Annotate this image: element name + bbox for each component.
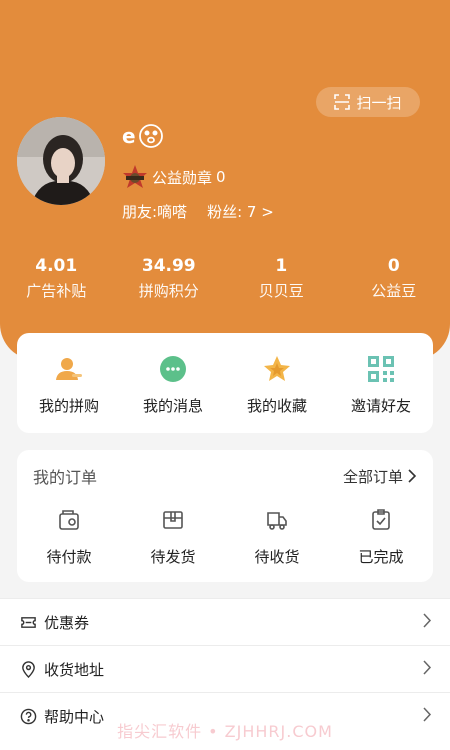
stat-group-points[interactable]: 34.99 拼购积分 bbox=[113, 254, 226, 310]
stat-label: 公益豆 bbox=[371, 282, 417, 300]
stat-ad-subsidy[interactable]: 4.01 广告补贴 bbox=[0, 254, 113, 310]
menu-label: 优惠券 bbox=[44, 613, 90, 632]
qrcode-icon bbox=[368, 356, 394, 382]
nickname: e bbox=[122, 122, 164, 150]
fans-link[interactable]: 粉丝: 7 > bbox=[207, 201, 274, 222]
stat-label: 拼购积分 bbox=[138, 282, 199, 300]
action-label: 我的拼购 bbox=[38, 397, 99, 415]
box-icon bbox=[163, 511, 183, 529]
ticket-icon bbox=[20, 616, 36, 628]
all-orders-label: 全部订单 bbox=[342, 467, 403, 486]
avatar-image bbox=[17, 117, 105, 205]
order-pending-payment[interactable]: 待付款 bbox=[17, 508, 121, 578]
nickname-text: e bbox=[122, 124, 136, 148]
chevron-right-icon bbox=[423, 659, 432, 675]
location-icon bbox=[21, 660, 35, 678]
user-icon bbox=[56, 358, 82, 380]
avatar[interactable] bbox=[17, 117, 105, 205]
orders-card: 我的订单 全部订单 待付款 待发货 待收货 已完成 bbox=[17, 450, 433, 582]
menu-label: 收货地址 bbox=[44, 660, 105, 679]
menu-item-help[interactable]: 帮助中心 bbox=[0, 692, 450, 739]
star-icon bbox=[264, 356, 290, 381]
orders-title: 我的订单 bbox=[33, 468, 98, 487]
clipboard-check-icon bbox=[372, 509, 390, 530]
menu-item-coupons[interactable]: 优惠券 bbox=[0, 598, 450, 645]
action-label: 我的消息 bbox=[142, 397, 203, 415]
chevron-right-icon bbox=[408, 469, 417, 483]
badge-label: 公益勋章 bbox=[152, 168, 213, 187]
stats-row: 4.01 广告补贴 34.99 拼购积分 1 贝贝豆 0 公益豆 bbox=[0, 254, 450, 310]
menu-item-address[interactable]: 收货地址 bbox=[0, 645, 450, 692]
order-label: 待付款 bbox=[46, 548, 92, 566]
help-icon bbox=[20, 708, 36, 724]
friend-link[interactable]: 朋友:嘀嗒 bbox=[122, 201, 187, 222]
stat-value: 0 bbox=[387, 256, 400, 276]
scan-button[interactable]: 扫一扫 bbox=[316, 87, 420, 117]
truck-icon bbox=[267, 512, 287, 530]
message-icon bbox=[160, 356, 186, 382]
menu-list: 优惠券 收货地址 帮助中心 bbox=[0, 598, 450, 750]
stat-value: 34.99 bbox=[141, 256, 196, 276]
action-my-messages[interactable]: 我的消息 bbox=[121, 333, 225, 433]
stat-label: 贝贝豆 bbox=[258, 282, 304, 300]
charity-badge[interactable]: 公益勋章 0 bbox=[122, 164, 226, 190]
order-completed[interactable]: 已完成 bbox=[329, 508, 433, 578]
action-my-group-buy[interactable]: 我的拼购 bbox=[17, 333, 121, 433]
wallet-icon bbox=[59, 510, 79, 530]
scan-label: 扫一扫 bbox=[356, 93, 402, 112]
medal-icon bbox=[123, 165, 147, 188]
all-orders-link[interactable]: 全部订单 bbox=[343, 466, 417, 487]
stat-label: 广告补贴 bbox=[26, 282, 87, 300]
order-label: 待收货 bbox=[254, 548, 300, 566]
profile-header: 扫一扫 e 公益勋章 0 朋友:嘀嗒 粉丝: 7 > 4.01 广告补贴 34.… bbox=[0, 0, 450, 360]
scan-icon bbox=[334, 94, 351, 110]
order-label: 待发货 bbox=[150, 548, 196, 566]
action-label: 我的收藏 bbox=[246, 397, 307, 415]
action-label: 邀请好友 bbox=[350, 397, 411, 415]
chevron-right-icon bbox=[423, 612, 432, 628]
chevron-right-icon bbox=[423, 706, 432, 722]
orders-header: 我的订单 全部订单 bbox=[33, 460, 417, 492]
order-pending-shipment[interactable]: 待发货 bbox=[121, 508, 225, 578]
action-invite-friends[interactable]: 邀请好友 bbox=[329, 333, 433, 433]
action-my-favorites[interactable]: 我的收藏 bbox=[225, 333, 329, 433]
stat-beibei-beans[interactable]: 1 贝贝豆 bbox=[225, 254, 338, 310]
stat-charity-beans[interactable]: 0 公益豆 bbox=[338, 254, 450, 310]
quick-actions-card: 我的拼购 我的消息 我的收藏 邀请好友 bbox=[17, 333, 433, 433]
menu-label: 帮助中心 bbox=[44, 707, 105, 726]
face-emoji-icon bbox=[138, 124, 163, 148]
order-pending-receipt[interactable]: 待收货 bbox=[225, 508, 329, 578]
stat-value: 4.01 bbox=[35, 256, 78, 276]
orders-status-row: 待付款 待发货 待收货 已完成 bbox=[17, 508, 433, 578]
social-row: 朋友:嘀嗒 粉丝: 7 > bbox=[122, 200, 274, 222]
badge-count: 0 bbox=[216, 168, 226, 186]
order-label: 已完成 bbox=[358, 548, 404, 566]
stat-value: 1 bbox=[275, 256, 288, 276]
